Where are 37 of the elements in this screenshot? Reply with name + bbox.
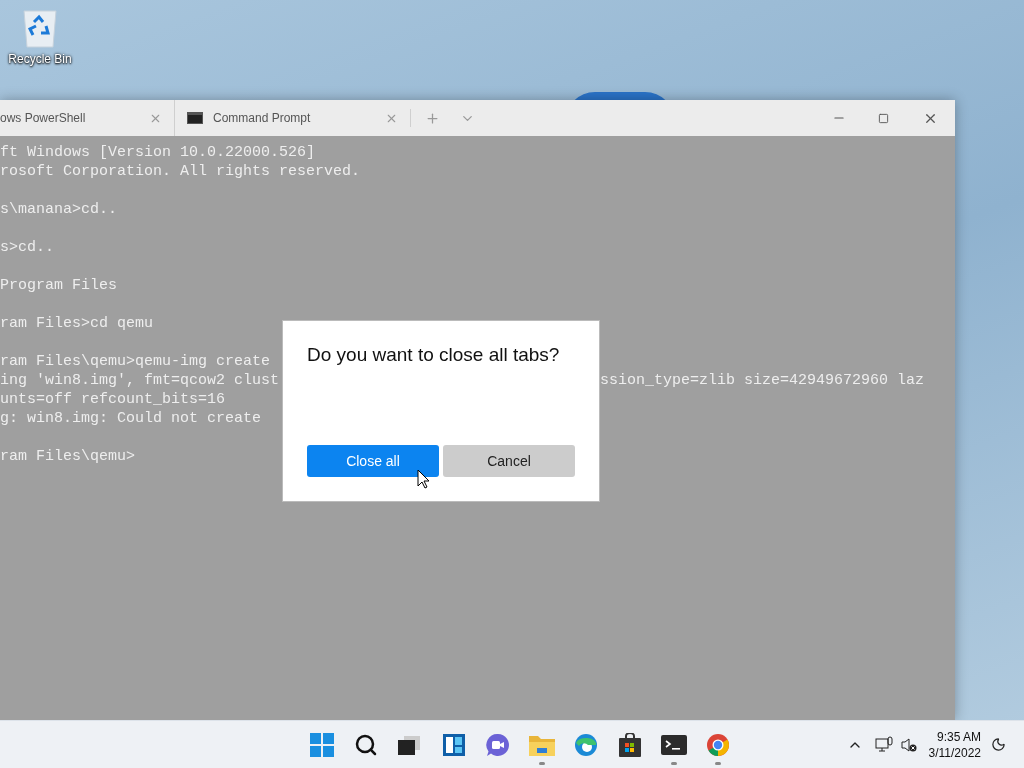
mouse-pointer-icon xyxy=(417,469,430,489)
tab[interactable]: Command Prompt xyxy=(213,109,385,127)
maximize-icon[interactable] xyxy=(878,112,889,124)
terminal-line: rosoft Corporation. All rights reserved. xyxy=(0,162,361,181)
terminal-line: s\manana>cd.. xyxy=(0,200,118,219)
monitor-icon[interactable] xyxy=(874,736,893,753)
recycle-bin-icon[interactable] xyxy=(22,8,58,48)
terminal-line: ssion_type=zlib size=42949672960 laz xyxy=(600,371,925,390)
clock-date[interactable]: 3/11/2022 xyxy=(928,744,981,761)
terminal-line: Program Files xyxy=(0,276,118,295)
search-icon[interactable] xyxy=(354,732,378,757)
terminal-line: ram Files>cd qemu xyxy=(0,314,154,333)
terminal-line: ft Windows [Version 10.0.22000.526] xyxy=(0,143,316,162)
terminal-line: ram Files\qemu> xyxy=(0,447,136,466)
speaker-muted-icon[interactable] xyxy=(900,736,917,753)
browser-circle-icon[interactable] xyxy=(706,732,730,757)
moon-icon[interactable] xyxy=(991,737,1006,752)
terminal-icon[interactable] xyxy=(661,734,687,755)
terminal-line: g: win8.img: Could not create xyxy=(0,409,262,428)
cancel-button[interactable]: Cancel xyxy=(443,445,575,477)
clock-time[interactable]: 9:35 AM xyxy=(936,728,981,745)
terminal-line: ram Files\qemu>qemu-img create xyxy=(0,352,271,371)
terminal-line: s>cd.. xyxy=(0,238,54,257)
windows-start-icon[interactable] xyxy=(310,732,334,757)
desktop-icon-label: Recycle Bin xyxy=(8,51,72,68)
widgets-icon[interactable] xyxy=(442,732,466,757)
terminal-line: unts=off refcount_bits=16 xyxy=(0,390,226,409)
chat-icon[interactable] xyxy=(486,732,510,757)
folder-icon[interactable] xyxy=(529,733,555,756)
dialog-title: Do you want to close all tabs? xyxy=(307,343,561,367)
command-prompt-icon xyxy=(187,112,203,124)
tab[interactable]: ows PowerShell xyxy=(0,109,149,127)
close-all-button[interactable]: Close all xyxy=(307,445,439,477)
shopping-bag-icon[interactable] xyxy=(619,732,641,757)
terminal-line: ing 'win8.img', fmt=qcow2 clust xyxy=(0,371,281,390)
task-view-icon[interactable] xyxy=(398,733,422,756)
browser-wave-icon[interactable] xyxy=(574,732,598,757)
